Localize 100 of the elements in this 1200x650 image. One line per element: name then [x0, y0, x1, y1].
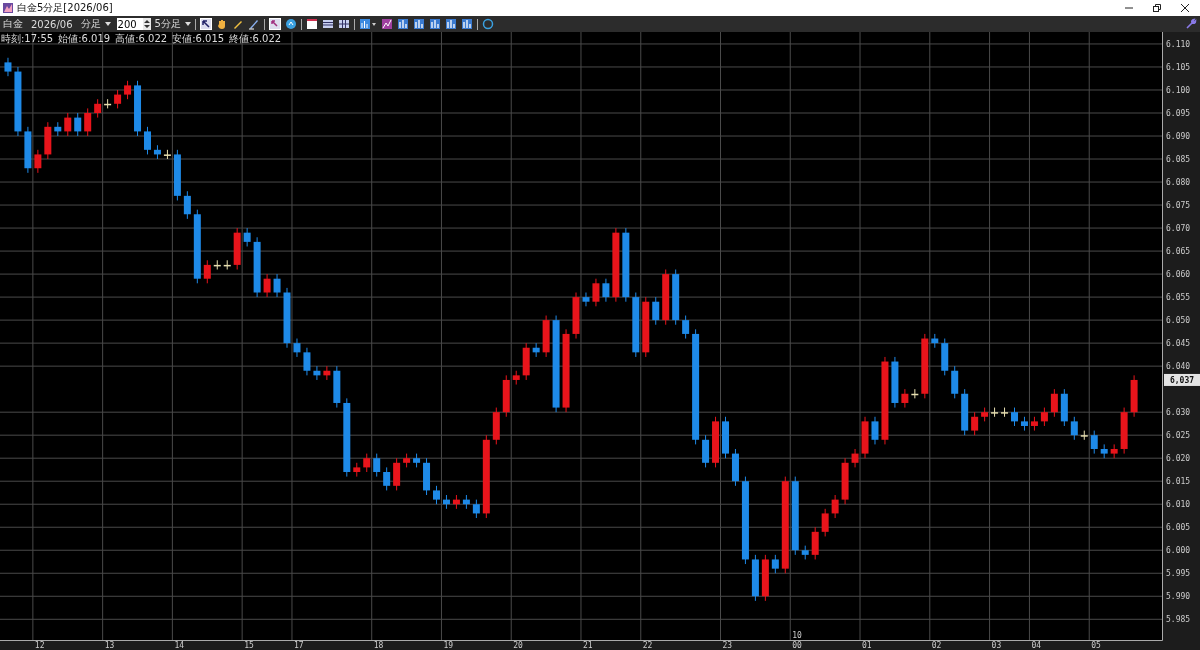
cursor-icon[interactable] — [199, 18, 212, 30]
candle — [223, 259, 231, 270]
candle — [84, 107, 92, 137]
candle — [1080, 430, 1088, 441]
candle — [153, 144, 161, 160]
candle — [1011, 407, 1018, 427]
chart-icon[interactable] — [428, 18, 441, 30]
time-tick-label: 20 — [513, 641, 523, 650]
candle — [203, 259, 211, 284]
candle — [24, 126, 32, 174]
time-tick-label: 17 — [294, 641, 304, 650]
candle — [114, 89, 122, 109]
candle — [1060, 388, 1068, 427]
period-dropdown[interactable]: 5分足 — [154, 17, 181, 31]
candle — [901, 388, 909, 409]
candle — [273, 273, 281, 298]
select-icon[interactable] — [268, 18, 281, 30]
candle — [632, 292, 640, 358]
candle — [383, 466, 391, 491]
chart-icon[interactable] — [444, 18, 457, 30]
window-icon[interactable] — [305, 18, 318, 30]
refresh-icon[interactable] — [481, 18, 494, 30]
candle — [931, 333, 939, 349]
time-tick-label: 12 — [34, 641, 45, 650]
wrench-icon[interactable] — [1185, 18, 1197, 30]
candle — [921, 333, 929, 399]
chart-icon[interactable] — [460, 18, 473, 30]
restore-icon[interactable] — [1152, 3, 1162, 13]
candle — [532, 342, 540, 358]
candle — [981, 407, 989, 422]
circle-icon[interactable] — [284, 18, 297, 30]
time-tick-label: 02 — [931, 641, 942, 650]
chart-icon[interactable] — [396, 18, 409, 30]
price-tick-label: 6.000 — [1166, 546, 1191, 556]
candle — [124, 80, 132, 100]
time-tick-label: 13 — [104, 641, 115, 650]
bar-chart-icon[interactable] — [358, 18, 377, 30]
candle — [393, 457, 401, 491]
candle — [283, 287, 291, 349]
candle — [423, 457, 431, 496]
candle — [353, 462, 361, 478]
candle — [592, 278, 600, 307]
symbol-label: 白金 — [3, 17, 23, 31]
candle — [403, 453, 411, 468]
caret-icon[interactable] — [184, 22, 191, 26]
chart-icon[interactable] — [380, 18, 393, 30]
time-tick-label: 05 — [1091, 641, 1101, 650]
price-tick-label: 6.080 — [1166, 178, 1191, 188]
candle — [1040, 407, 1048, 427]
candle — [911, 388, 919, 399]
candle — [144, 126, 151, 155]
spinner-icon[interactable] — [142, 18, 151, 30]
hand-icon[interactable] — [215, 18, 228, 30]
candle — [433, 485, 440, 505]
chart-icon[interactable] — [412, 18, 425, 30]
price-tick-label: 6.050 — [1166, 316, 1191, 326]
candle — [263, 273, 271, 298]
close-icon[interactable] — [1180, 3, 1190, 13]
candle — [502, 374, 510, 418]
candle — [243, 227, 251, 247]
price-tick-label: 6.020 — [1166, 454, 1191, 464]
candle — [34, 149, 42, 174]
candle — [333, 365, 341, 409]
pen-icon[interactable] — [247, 18, 260, 30]
grid-icon[interactable] — [321, 18, 334, 30]
price-tick-label: 5.990 — [1166, 592, 1191, 602]
candle — [851, 448, 859, 468]
candle — [951, 365, 959, 399]
candle — [731, 448, 739, 487]
month-label: 10 — [792, 631, 802, 640]
contract-label: 2026/06 — [31, 18, 73, 30]
period-unit-dropdown[interactable]: 分足 — [80, 17, 101, 31]
bar-count-field[interactable]: 200 — [116, 18, 143, 30]
price-tick-label: 6.085 — [1166, 155, 1191, 165]
price-tick-label: 5.995 — [1166, 569, 1191, 579]
candle — [64, 112, 72, 137]
time-tick-label: 01 — [862, 641, 872, 650]
candle — [702, 434, 710, 468]
ohlc-readout: 安値:6.015 — [172, 32, 225, 46]
price-tick-label: 6.065 — [1166, 247, 1191, 257]
candle — [751, 554, 759, 602]
price-tick-label: 6.045 — [1166, 339, 1191, 349]
candle — [712, 416, 720, 468]
price-tick-label: 6.010 — [1166, 500, 1191, 510]
candle — [961, 388, 969, 436]
candle — [233, 227, 241, 270]
price-tick-label: 6.030 — [1166, 408, 1191, 418]
candle — [452, 494, 460, 510]
grid-icon[interactable] — [337, 18, 350, 30]
candle — [1100, 443, 1108, 459]
time-tick-label: 03 — [991, 641, 1002, 650]
candle — [1001, 407, 1009, 418]
candle — [761, 554, 769, 602]
caret-icon[interactable] — [104, 22, 111, 26]
candle — [472, 499, 480, 519]
candle — [1090, 430, 1098, 455]
candle — [253, 236, 261, 298]
candle — [303, 347, 311, 376]
price-tick-label: 6.100 — [1166, 86, 1191, 95]
candle — [542, 315, 550, 358]
